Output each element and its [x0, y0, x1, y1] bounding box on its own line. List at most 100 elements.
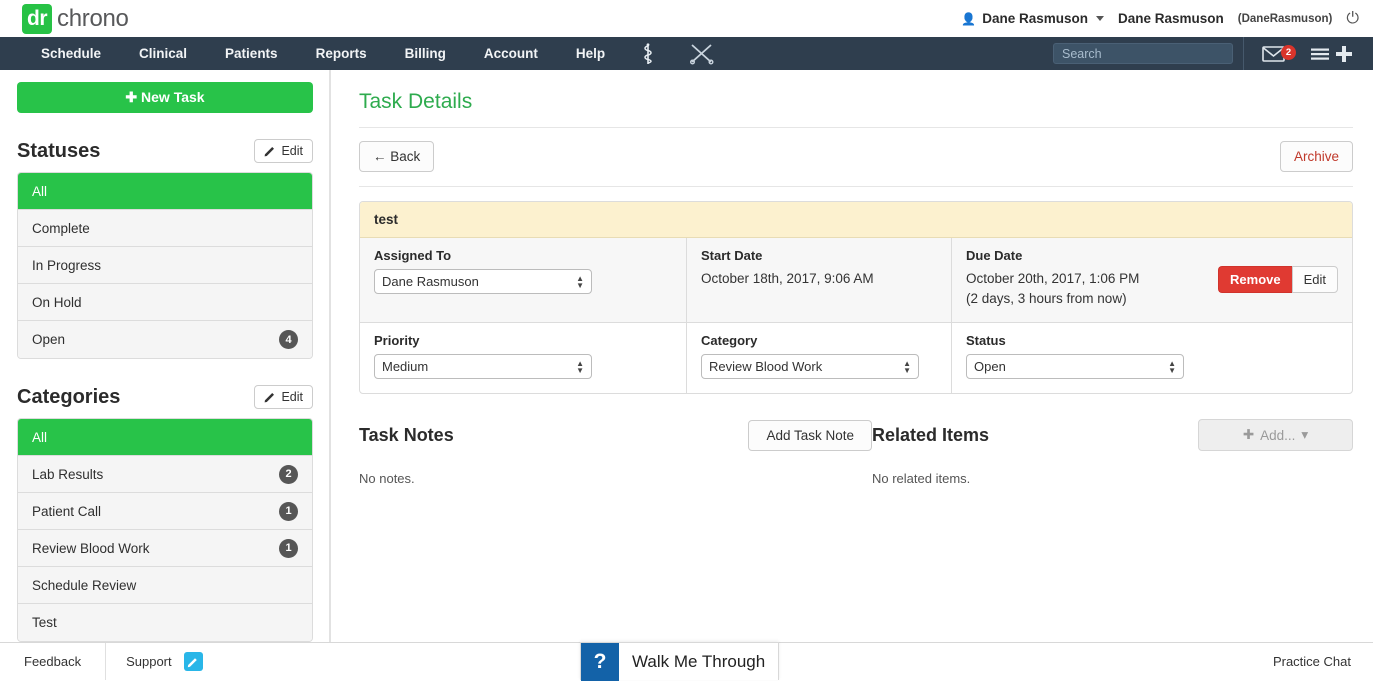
categories-title: Categories [17, 386, 120, 409]
walk-me-through-widget[interactable]: ? Walk Me Through [580, 642, 779, 680]
due-date-cell: Due Date October 20th, 2017, 1:06 PM (2 … [952, 238, 1352, 322]
status-label: All [32, 184, 47, 199]
category-item-schedule-review[interactable]: Schedule Review [18, 567, 312, 604]
nav-item-reports[interactable]: Reports [297, 37, 386, 70]
related-items-header: Related Items ✚ Add... ▾ [872, 418, 1353, 452]
statuses-section-header: Statuses Edit [17, 139, 313, 163]
assigned-to-select-wrap: Dane Rasmuson ▲▼ [374, 269, 592, 294]
category-item-lab-results[interactable]: Lab Results 2 [18, 456, 312, 493]
nav-item-patients[interactable]: Patients [206, 37, 297, 70]
walk-me-through-label: Walk Me Through [619, 652, 778, 672]
priority-cell: Priority Medium ▲▼ [360, 323, 687, 393]
category-label: Patient Call [32, 504, 101, 519]
nav-item-schedule[interactable]: Schedule [22, 37, 120, 70]
category-item-test[interactable]: Test [18, 604, 312, 641]
new-task-button[interactable]: ✚ New Task [17, 82, 313, 113]
category-select[interactable]: Review Blood Work [701, 354, 919, 379]
current-user-handle: (DaneRasmuson) [1238, 13, 1333, 25]
task-notes-header: Task Notes Add Task Note [359, 418, 872, 452]
task-row: Priority Medium ▲▼ Category Review Blood… [360, 323, 1352, 393]
plus-icon: ✚ [1243, 427, 1254, 443]
add-task-note-button[interactable]: Add Task Note [748, 420, 872, 451]
user-menu-label: Dane Rasmuson [982, 11, 1088, 26]
question-mark-icon: ? [581, 643, 619, 681]
support-link[interactable]: Support [126, 643, 172, 680]
logo-mark: dr [22, 4, 52, 34]
assigned-to-label: Assigned To [374, 248, 672, 263]
edit-categories-button[interactable]: Edit [254, 385, 313, 409]
remove-due-date-button[interactable]: Remove [1218, 266, 1292, 293]
due-date-label: Due Date [966, 248, 1338, 263]
crossed-instruments-icon[interactable] [672, 43, 732, 65]
quick-actions-button[interactable] [1296, 45, 1363, 63]
pencil-icon [264, 145, 276, 157]
categories-list: All Lab Results 2 Patient Call 1 Review … [17, 418, 313, 642]
feedback-link[interactable]: Feedback [0, 643, 106, 680]
status-item-open[interactable]: Open 4 [18, 321, 312, 358]
status-item-all[interactable]: All [18, 173, 312, 210]
drchrono-logo[interactable]: dr chrono [22, 4, 129, 34]
messages-button[interactable]: 2 [1254, 44, 1296, 63]
category-cell: Category Review Blood Work ▲▼ [687, 323, 952, 393]
user-menu-dropdown[interactable]: 👤 Dane Rasmuson [961, 11, 1104, 26]
assigned-to-select[interactable]: Dane Rasmuson [374, 269, 592, 294]
status-label: Complete [32, 221, 90, 236]
edit-categories-label: Edit [281, 390, 303, 404]
category-label: Schedule Review [32, 578, 136, 593]
caduceus-icon[interactable] [624, 43, 672, 65]
category-item-all[interactable]: All [18, 419, 312, 456]
category-label: All [32, 430, 47, 445]
back-button[interactable]: ← Back [359, 141, 434, 172]
practice-chat-link[interactable]: Practice Chat [1273, 654, 1351, 669]
status-select-wrap: Open ▲▼ [966, 354, 1184, 379]
start-date-value: October 18th, 2017, 9:06 AM [701, 269, 937, 289]
categories-section-header: Categories Edit [17, 385, 313, 409]
edit-statuses-label: Edit [281, 144, 303, 158]
lower-panels: Task Notes Add Task Note No notes. Relat… [359, 418, 1353, 486]
current-user-name: Dane Rasmuson [1118, 11, 1224, 26]
nav-item-help[interactable]: Help [557, 37, 624, 70]
category-count-badge: 1 [279, 539, 298, 558]
task-row: Assigned To Dane Rasmuson ▲▼ Start Date … [360, 238, 1352, 323]
chevron-down-icon [1096, 16, 1104, 21]
category-label: Test [32, 615, 57, 630]
category-count-badge: 2 [279, 465, 298, 484]
start-date-label: Start Date [701, 248, 937, 263]
category-item-patient-call[interactable]: Patient Call 1 [18, 493, 312, 530]
status-item-complete[interactable]: Complete [18, 210, 312, 247]
edit-due-date-button[interactable]: Edit [1292, 266, 1338, 293]
add-related-item-button[interactable]: ✚ Add... ▾ [1198, 419, 1353, 451]
nav-item-account[interactable]: Account [465, 37, 557, 70]
status-label: Status [966, 333, 1338, 348]
nav-item-clinical[interactable]: Clinical [120, 37, 206, 70]
search-input[interactable] [1053, 43, 1233, 64]
page-body: ✚ New Task Statuses Edit All Complete In… [0, 70, 1373, 675]
archive-button[interactable]: Archive [1280, 141, 1353, 172]
priority-label: Priority [374, 333, 672, 348]
status-select[interactable]: Open [966, 354, 1184, 379]
start-date-cell: Start Date October 18th, 2017, 9:06 AM [687, 238, 952, 322]
sidebar-scrollbar[interactable] [329, 70, 330, 675]
priority-select-wrap: Medium ▲▼ [374, 354, 592, 379]
status-label: Open [32, 332, 65, 347]
statuses-list: All Complete In Progress On Hold Open 4 [17, 172, 313, 359]
category-item-review-blood-work[interactable]: Review Blood Work 1 [18, 530, 312, 567]
message-count-badge: 2 [1281, 45, 1296, 60]
task-notes-empty: No notes. [359, 471, 872, 486]
pencil-icon[interactable] [184, 652, 203, 671]
edit-statuses-button[interactable]: Edit [254, 139, 313, 163]
person-icon: 👤 [961, 12, 976, 26]
hamburger-icon [1310, 46, 1330, 62]
chevron-down-icon: ▾ [1301, 427, 1308, 443]
status-item-on-hold[interactable]: On Hold [18, 284, 312, 321]
category-label: Category [701, 333, 937, 348]
status-cell: Status Open ▲▼ [952, 323, 1352, 393]
add-related-item-label: Add... [1260, 428, 1295, 443]
task-details-card: test Assigned To Dane Rasmuson ▲▼ Start … [359, 201, 1353, 394]
priority-select[interactable]: Medium [374, 354, 592, 379]
new-task-label: New Task [141, 89, 205, 105]
nav-item-billing[interactable]: Billing [386, 37, 465, 70]
status-label: On Hold [32, 295, 82, 310]
status-item-in-progress[interactable]: In Progress [18, 247, 312, 284]
power-icon[interactable]: ⏻ [1346, 11, 1359, 27]
